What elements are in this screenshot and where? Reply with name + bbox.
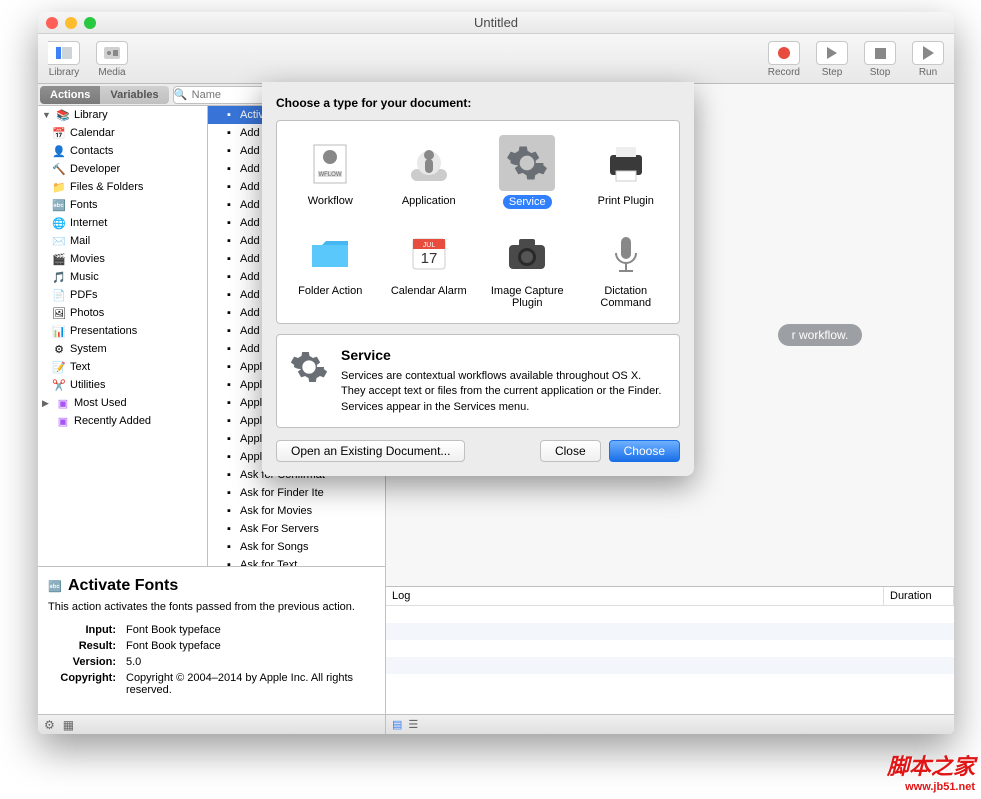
- category-item[interactable]: 📊Presentations: [38, 322, 207, 340]
- titlebar: Untitled: [38, 12, 954, 34]
- log-col[interactable]: Log: [386, 587, 884, 605]
- recently-added[interactable]: ▣Recently Added: [38, 412, 207, 430]
- tab-variables[interactable]: Variables: [100, 86, 168, 104]
- type-dictation-command[interactable]: Dictation Command: [581, 225, 672, 309]
- category-item[interactable]: 🌐Internet: [38, 214, 207, 232]
- category-item[interactable]: 🖼Photos: [38, 304, 207, 322]
- action-item[interactable]: ▪Ask for Movies: [208, 502, 385, 520]
- log-panel: LogDuration: [386, 586, 954, 714]
- category-item[interactable]: 📝Text: [38, 358, 207, 376]
- type-service[interactable]: Service: [482, 135, 573, 209]
- canvas-hint: r workflow.: [778, 324, 863, 346]
- category-item[interactable]: 🔤Fonts: [38, 196, 207, 214]
- service-gear-icon: [289, 347, 329, 415]
- toolbar-record[interactable]: Record: [768, 41, 800, 78]
- category-item[interactable]: 📄PDFs: [38, 286, 207, 304]
- document-type-grid: WFLOWWorkflowApplicationServicePrint Plu…: [276, 120, 680, 324]
- category-item[interactable]: 👤Contacts: [38, 142, 207, 160]
- document-type-sheet: Choose a type for your document: WFLOWWo…: [262, 82, 694, 476]
- category-item[interactable]: 📁Files & Folders: [38, 178, 207, 196]
- toolbar: Library Media Record Step Stop Run: [38, 34, 954, 84]
- watermark: 脚本之家www.jb51.net: [887, 749, 975, 793]
- category-item[interactable]: 🎬Movies: [38, 250, 207, 268]
- action-item[interactable]: ▪Ask for Text: [208, 556, 385, 566]
- toolbar-media[interactable]: Media: [96, 41, 128, 78]
- svg-text:17: 17: [420, 250, 437, 267]
- action-item[interactable]: ▪Ask for Finder Ite: [208, 484, 385, 502]
- category-item[interactable]: 🔨Developer: [38, 160, 207, 178]
- close-button[interactable]: Close: [540, 440, 601, 462]
- category-item[interactable]: ✉️Mail: [38, 232, 207, 250]
- tab-actions[interactable]: Actions: [40, 86, 100, 104]
- type-application[interactable]: Application: [384, 135, 475, 209]
- duration-col[interactable]: Duration: [884, 587, 954, 605]
- search-icon: 🔍: [174, 88, 188, 101]
- toolbar-library[interactable]: Library: [48, 41, 80, 78]
- main-footer: ▤☰: [386, 714, 954, 734]
- action-detail: 🔤Activate Fonts This action activates th…: [38, 566, 385, 714]
- svg-text:JUL: JUL: [423, 242, 436, 249]
- window-title: Untitled: [38, 15, 954, 30]
- category-item[interactable]: ⚙System: [38, 340, 207, 358]
- choose-button[interactable]: Choose: [609, 440, 680, 462]
- type-info-box: Service Services are contextual workflow…: [276, 334, 680, 428]
- type-print-plugin[interactable]: Print Plugin: [581, 135, 672, 209]
- type-folder-action[interactable]: Folder Action: [285, 225, 376, 309]
- font-icon: 🔤: [48, 579, 62, 593]
- type-image-capture-plugin[interactable]: Image Capture Plugin: [482, 225, 573, 309]
- type-calendar-alarm[interactable]: JUL17Calendar Alarm: [384, 225, 475, 309]
- toolbar-run[interactable]: Run: [912, 41, 944, 78]
- category-list[interactable]: ▼📚Library 📅Calendar👤Contacts🔨Developer📁F…: [38, 106, 208, 566]
- svg-text:WFLOW: WFLOW: [319, 172, 342, 178]
- category-item[interactable]: 📅Calendar: [38, 124, 207, 142]
- category-item[interactable]: 🎵Music: [38, 268, 207, 286]
- action-item[interactable]: ▪Ask for Songs: [208, 538, 385, 556]
- type-workflow[interactable]: WFLOWWorkflow: [285, 135, 376, 209]
- sheet-title: Choose a type for your document:: [276, 96, 680, 110]
- library-root[interactable]: ▼📚Library: [38, 106, 207, 124]
- category-item[interactable]: ✂️Utilities: [38, 376, 207, 394]
- gear-icon[interactable]: ⚙: [44, 718, 55, 732]
- action-item[interactable]: ▪Ask For Servers: [208, 520, 385, 538]
- open-existing-button[interactable]: Open an Existing Document...: [276, 440, 465, 462]
- toolbar-step[interactable]: Step: [816, 41, 848, 78]
- toolbar-stop[interactable]: Stop: [864, 41, 896, 78]
- most-used[interactable]: ▶▣Most Used: [38, 394, 207, 412]
- left-footer: ⚙ ▦: [38, 714, 385, 734]
